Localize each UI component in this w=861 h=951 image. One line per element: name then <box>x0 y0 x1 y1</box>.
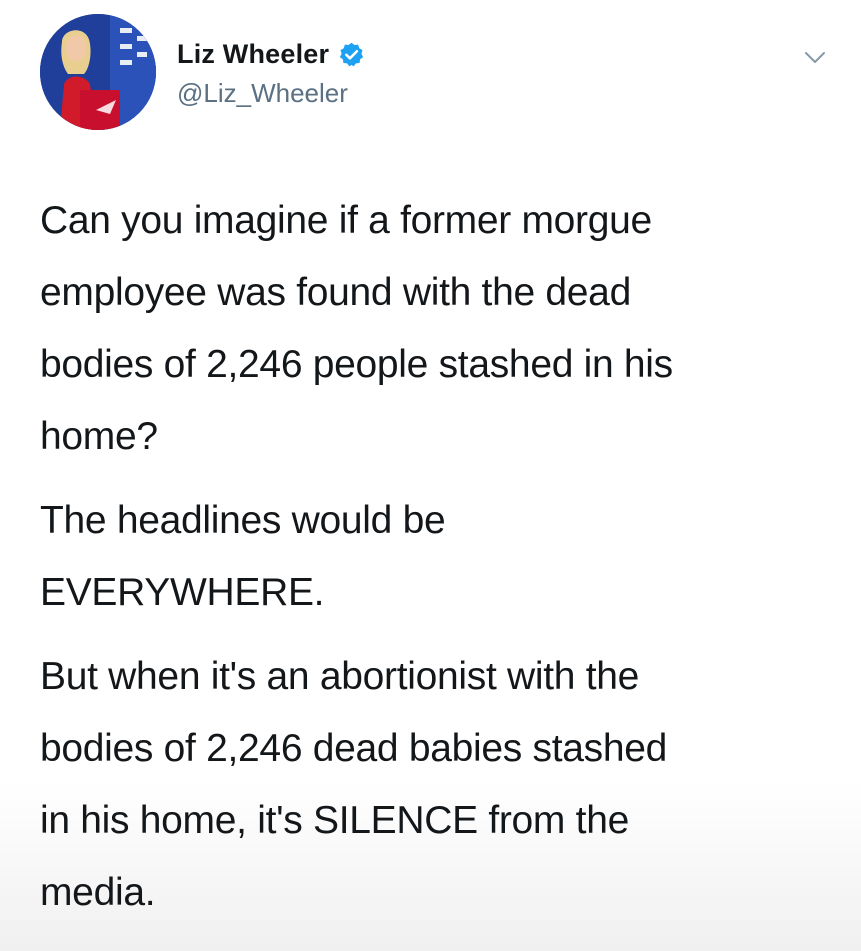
user-handle[interactable]: @Liz_Wheeler <box>177 78 348 109</box>
display-name[interactable]: Liz Wheeler <box>177 39 329 70</box>
text-line: employee was found with the dead <box>40 271 631 314</box>
text-line: Can you imagine if a former morgue <box>40 199 652 242</box>
tweet-text: Can you imagine if a former morgue emplo… <box>40 185 830 941</box>
text-line: EVERYWHERE. <box>40 571 325 614</box>
tweet-paragraph: The headlines would be EVERYWHERE. <box>40 485 830 629</box>
verified-badge-icon <box>338 41 365 68</box>
text-line: home? <box>40 415 158 458</box>
tweet-card: Liz Wheeler @Liz_Wheeler Can you imagine… <box>0 0 861 951</box>
text-line: in his home, it's SILENCE from the <box>40 799 629 842</box>
name-row: Liz Wheeler <box>177 36 365 72</box>
text-line: But when it's an abortionist with the <box>40 655 640 698</box>
text-line: The headlines would be <box>40 499 446 542</box>
text-line: bodies of 2,246 people stashed in his <box>40 343 673 386</box>
tweet-header: Liz Wheeler @Liz_Wheeler <box>40 14 830 134</box>
text-line: bodies of 2,246 dead babies stashed <box>40 727 668 770</box>
avatar[interactable] <box>40 14 156 130</box>
tweet-paragraph: Can you imagine if a former morgue emplo… <box>40 185 830 473</box>
chevron-down-icon[interactable] <box>802 44 828 70</box>
text-line: media. <box>40 871 156 914</box>
tweet-paragraph: But when it's an abortionist with the bo… <box>40 641 830 929</box>
profile-photo <box>40 14 156 130</box>
